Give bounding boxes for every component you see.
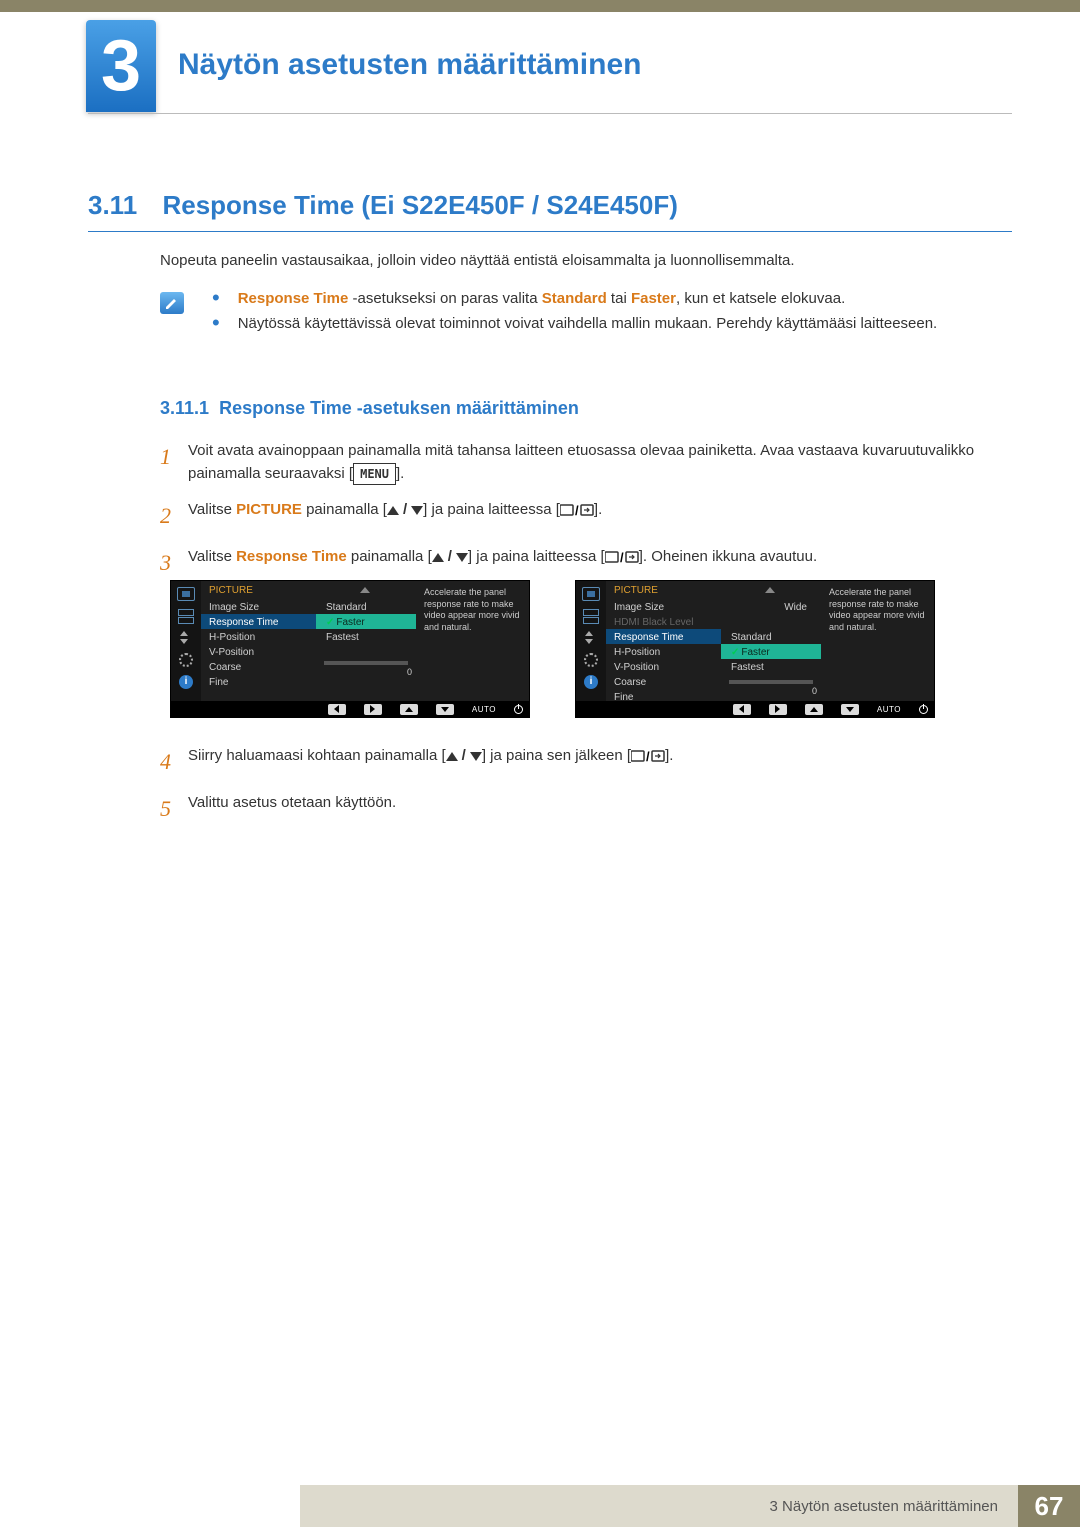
svg-text:/: / [620, 550, 624, 564]
up-down-icon: / [446, 745, 482, 768]
osd-description: Accelerate the panel response rate to ma… [416, 581, 529, 701]
osd-description: Accelerate the panel response rate to ma… [821, 581, 934, 701]
info-tab-icon: i [179, 675, 193, 689]
enter-source-icon: / [560, 501, 594, 518]
bullet-icon: • [212, 315, 220, 332]
osd-item: Coarse [606, 674, 721, 689]
up-down-icon: / [432, 546, 468, 569]
page-number: 67 [1018, 1485, 1080, 1527]
bullet-icon: • [212, 290, 220, 307]
osd-panel-right: i PICTURE Image Size HDMI Black Level Re… [575, 580, 935, 718]
top-accent-bar [0, 0, 1080, 12]
osd-item: Fine [606, 689, 721, 704]
osd-option-selected: Faster [721, 644, 821, 659]
position-tab-icon [582, 631, 600, 645]
osd-slider-value: 0 [721, 686, 821, 696]
settings-tab-icon [584, 653, 598, 667]
step-5-text: Valittu asetus otetaan käyttöön. [188, 792, 396, 825]
enter-source-icon: / [631, 747, 665, 764]
osd-options: Standard Faster Fastest 0 [316, 581, 416, 701]
osd-option: Standard [721, 629, 821, 644]
enter-source-icon: / [605, 548, 639, 565]
picture-tab-icon [582, 587, 600, 601]
osd-options: Wide Standard Faster Fastest 0 [721, 581, 821, 701]
osd-option: Standard [316, 599, 416, 614]
note-2: Näytössä käytettävissä olevat toiminnot … [238, 315, 938, 332]
osd-item: H-Position [201, 629, 316, 644]
step-2-text: Valitse PICTURE painamalla [/] ja paina … [188, 499, 602, 532]
screens-tab-icon [177, 609, 195, 623]
osd-nav-bar: AUTO [171, 701, 529, 717]
step-1-text: Voit avata avainoppaan painamalla mitä t… [188, 440, 1000, 485]
step-number: 5 [160, 792, 188, 825]
osd-item-disabled: HDMI Black Level [606, 614, 721, 629]
menu-button-label: MENU [353, 463, 396, 485]
scroll-up-icon [765, 587, 775, 593]
chapter-title: Näytön asetusten määrittäminen [178, 48, 641, 82]
settings-tab-icon [179, 653, 193, 667]
step-3-text: Valitse Response Time painamalla [/] ja … [188, 546, 817, 579]
osd-menu: PICTURE Image Size Response Time H-Posit… [201, 581, 316, 701]
osd-item: V-Position [606, 659, 721, 674]
step-number: 2 [160, 499, 188, 532]
step-number: 1 [160, 440, 188, 485]
svg-text:/: / [646, 749, 650, 763]
osd-option: Fastest [316, 629, 416, 644]
chapter-divider [88, 113, 1012, 114]
osd-item-selected: Response Time [606, 629, 721, 644]
osd-slider [324, 661, 408, 665]
page-footer: 3 Näytön asetusten määrittäminen 67 [0, 1485, 1080, 1527]
osd-item: Coarse [201, 659, 316, 674]
section-heading: 3.11 Response Time (Ei S22E450F / S24E45… [88, 190, 1012, 232]
osd-option: Fastest [721, 659, 821, 674]
step-number: 3 [160, 546, 188, 579]
section-intro-text: Nopeuta paneelin vastausaikaa, jolloin v… [160, 252, 1000, 269]
osd-item: Image Size [606, 599, 721, 614]
note-block: • Response Time -asetukseksi on paras va… [160, 290, 1000, 340]
position-tab-icon [177, 631, 195, 645]
power-icon [514, 705, 523, 714]
note-icon [160, 292, 184, 314]
osd-slider [729, 680, 813, 684]
osd-value: Wide [721, 599, 821, 614]
power-icon [919, 705, 928, 714]
osd-slider-value: 0 [316, 667, 416, 677]
osd-item: Fine [201, 674, 316, 689]
up-down-icon: / [387, 499, 423, 522]
osd-option-selected: Faster [316, 614, 416, 629]
osd-menu: PICTURE Image Size HDMI Black Level Resp… [606, 581, 721, 701]
osd-screenshots: i PICTURE Image Size Response Time H-Pos… [170, 580, 935, 718]
picture-tab-icon [177, 587, 195, 601]
osd-panel-left: i PICTURE Image Size Response Time H-Pos… [170, 580, 530, 718]
osd-item: V-Position [201, 644, 316, 659]
section-number: 3.11 [88, 190, 158, 221]
footer-chapter-ref: 3 Näytön asetusten määrittäminen [300, 1485, 1018, 1527]
section-title: Response Time (Ei S22E450F / S24E450F) [162, 190, 677, 220]
step-4-text: Siirry haluamaasi kohtaan painamalla [/]… [188, 745, 673, 778]
screens-tab-icon [582, 609, 600, 623]
subsection-heading: 3.11.1 Response Time -asetuksen määrittä… [160, 398, 579, 419]
scroll-up-icon [360, 587, 370, 593]
osd-sidebar: i [576, 581, 606, 701]
osd-item: H-Position [606, 644, 721, 659]
osd-item-selected: Response Time [201, 614, 316, 629]
svg-text:/: / [575, 503, 579, 517]
info-tab-icon: i [584, 675, 598, 689]
note-1: Response Time -asetukseksi on paras vali… [238, 290, 846, 307]
chapter-number-badge: 3 [86, 20, 156, 112]
osd-item: Image Size [201, 599, 316, 614]
step-number: 4 [160, 745, 188, 778]
steps-list: 1 Voit avata avainoppaan painamalla mitä… [160, 440, 1000, 593]
steps-continued: 4 Siirry haluamaasi kohtaan painamalla [… [160, 745, 1000, 839]
osd-sidebar: i [171, 581, 201, 701]
